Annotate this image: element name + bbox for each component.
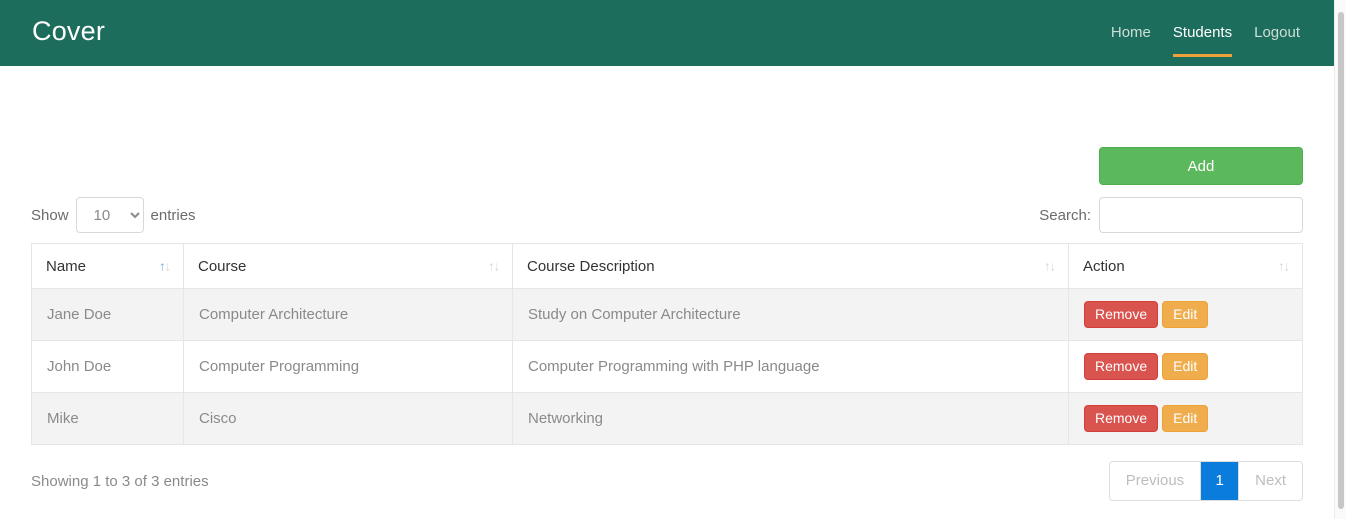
remove-button[interactable]: Remove — [1084, 353, 1159, 380]
column-header-course-description[interactable]: Course Description ↑↓ — [512, 243, 1069, 289]
remove-button[interactable]: Remove — [1084, 405, 1159, 432]
nav-item-logout[interactable]: Logout — [1254, 24, 1300, 57]
students-table: Name ↑↓ Course ↑↓ Course Description ↑↓ … — [31, 243, 1303, 445]
table-row: Mike Cisco Networking Remove Edit — [31, 392, 1303, 445]
cell-action: Remove Edit — [1068, 340, 1303, 393]
column-label-action: Action — [1083, 257, 1125, 275]
sort-asc-icon: ↑↓ — [159, 258, 171, 274]
nav-links: Home Students Logout — [1111, 10, 1300, 57]
cell-course: Computer Architecture — [183, 288, 513, 341]
add-button-row: Add — [31, 66, 1303, 185]
pagination-next[interactable]: Next — [1239, 462, 1302, 500]
cell-description: Networking — [512, 392, 1069, 445]
cell-description: Computer Programming with PHP language — [512, 340, 1069, 393]
cell-description: Study on Computer Architecture — [512, 288, 1069, 341]
search-control: Search: — [1039, 197, 1303, 233]
table-row: Jane Doe Computer Architecture Study on … — [31, 288, 1303, 341]
scrollbar-thumb[interactable] — [1338, 12, 1344, 509]
column-header-course[interactable]: Course ↑↓ — [183, 243, 513, 289]
entries-per-page-select[interactable]: 10 25 50 100 — [75, 197, 144, 233]
column-header-action[interactable]: Action ↑↓ — [1068, 243, 1303, 289]
vertical-scrollbar[interactable] — [1334, 0, 1346, 519]
column-header-name[interactable]: Name ↑↓ — [31, 243, 184, 289]
pagination: Previous 1 Next — [1108, 461, 1303, 501]
cell-action: Remove Edit — [1068, 392, 1303, 445]
column-label-course: Course — [198, 257, 247, 275]
column-label-course-description: Course Description — [527, 257, 655, 275]
datatable-footer: Showing 1 to 3 of 3 entries Previous 1 N… — [31, 461, 1303, 501]
cell-name: Jane Doe — [31, 288, 184, 341]
table-info: Showing 1 to 3 of 3 entries — [31, 472, 209, 490]
pagination-previous[interactable]: Previous — [1109, 462, 1202, 500]
edit-button[interactable]: Edit — [1162, 405, 1209, 432]
table-body: Jane Doe Computer Architecture Study on … — [31, 288, 1303, 445]
remove-button[interactable]: Remove — [1084, 301, 1159, 328]
sort-both-icon: ↑↓ — [1044, 258, 1056, 274]
cell-action: Remove Edit — [1068, 288, 1303, 341]
edit-button[interactable]: Edit — [1162, 301, 1209, 328]
page-root: Cover Home Students Logout Add Show 10 2… — [0, 0, 1346, 519]
table-head: Name ↑↓ Course ↑↓ Course Description ↑↓ … — [31, 243, 1303, 289]
sort-both-icon: ↑↓ — [1278, 258, 1290, 274]
content-container: Add Show 10 25 50 100 entries Search: — [0, 66, 1334, 519]
entries-label: entries — [150, 206, 196, 224]
sort-both-icon: ↑↓ — [488, 258, 500, 274]
nav-item-students[interactable]: Students — [1172, 24, 1233, 57]
column-label-name: Name — [46, 257, 87, 275]
navbar: Cover Home Students Logout — [0, 0, 1334, 66]
cell-course: Computer Programming — [183, 340, 513, 393]
edit-button[interactable]: Edit — [1162, 353, 1209, 380]
brand-title[interactable]: Cover — [32, 18, 105, 48]
show-label: Show — [31, 206, 69, 224]
search-input[interactable] — [1099, 197, 1303, 233]
table-header-row: Name ↑↓ Course ↑↓ Course Description ↑↓ … — [31, 243, 1303, 289]
search-label: Search: — [1039, 206, 1091, 224]
nav-item-home[interactable]: Home — [1111, 24, 1151, 57]
cell-course: Cisco — [183, 392, 513, 445]
table-row: John Doe Computer Programming Computer P… — [31, 340, 1303, 393]
entries-length-control: Show 10 25 50 100 entries — [31, 197, 196, 233]
add-button[interactable]: Add — [1099, 147, 1303, 185]
cell-name: John Doe — [31, 340, 184, 393]
cell-name: Mike — [31, 392, 184, 445]
datatable-controls: Show 10 25 50 100 entries Search: — [31, 196, 1303, 234]
pagination-page-1[interactable]: 1 — [1201, 462, 1240, 500]
